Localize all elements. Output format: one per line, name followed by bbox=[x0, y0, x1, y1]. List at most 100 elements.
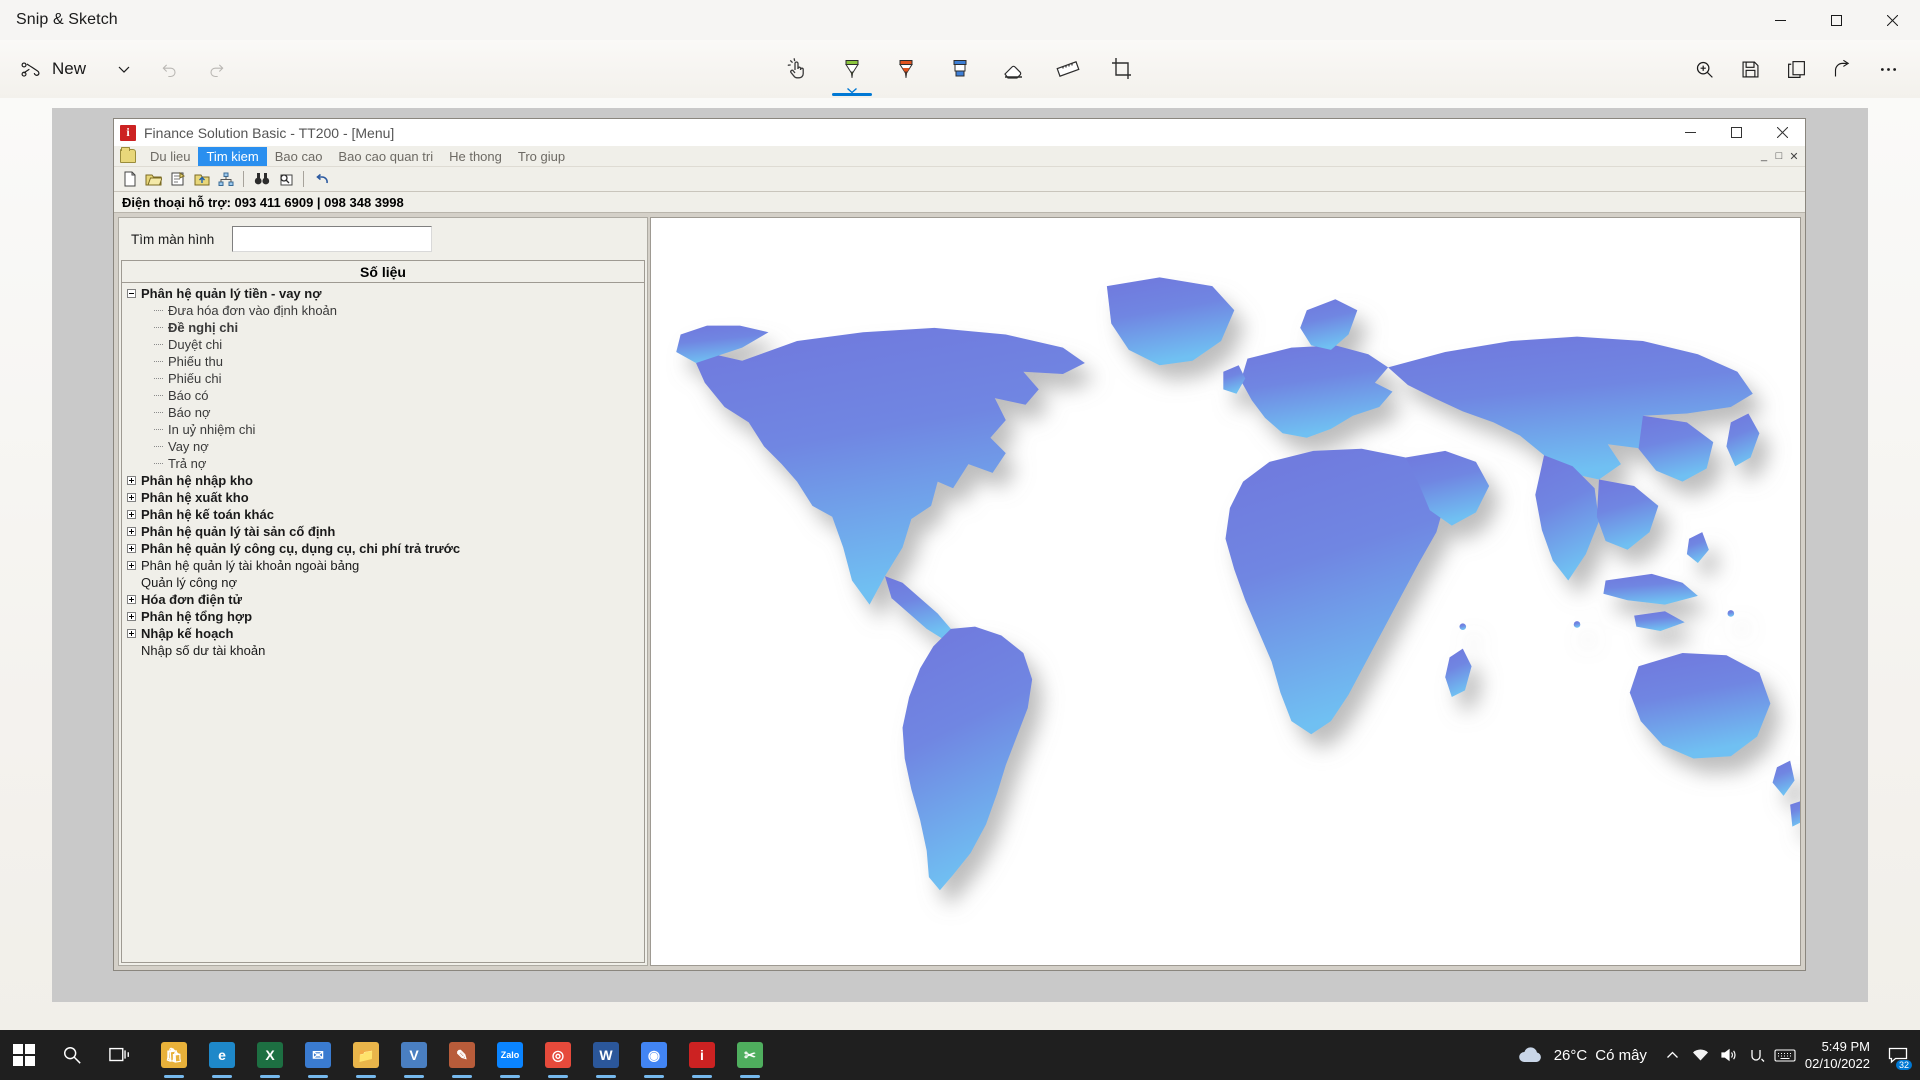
menu-item-bao-cao-quan-tri[interactable]: Bao cao quan tri bbox=[330, 147, 441, 166]
taskbar-app-finance-solution-basic[interactable]: i bbox=[678, 1030, 726, 1080]
save-button[interactable] bbox=[1728, 47, 1772, 91]
tree-node[interactable]: Trả nợ bbox=[122, 455, 644, 472]
mdi-restore-button[interactable]: □ bbox=[1772, 150, 1786, 163]
tree-node[interactable]: Phiếu chi bbox=[122, 370, 644, 387]
taskbar-app-unikey[interactable]: V bbox=[390, 1030, 438, 1080]
tree-leaf-connector bbox=[154, 412, 163, 413]
expander-plus-icon[interactable] bbox=[127, 476, 136, 485]
expander-plus-icon[interactable] bbox=[127, 527, 136, 536]
new-snip-button[interactable]: New bbox=[10, 47, 100, 91]
properties-icon[interactable] bbox=[167, 169, 188, 189]
eraser-tool[interactable] bbox=[988, 42, 1040, 96]
tree-node[interactable]: Báo nợ bbox=[122, 404, 644, 421]
find-replace-icon[interactable] bbox=[275, 169, 296, 189]
taskbar-app-chrome-canary[interactable]: ◎ bbox=[534, 1030, 582, 1080]
taskbar-app-zalo[interactable]: Zalo bbox=[486, 1030, 534, 1080]
tree-node[interactable]: Đề nghị chi bbox=[122, 319, 644, 336]
tree-node[interactable]: Nhập kế hoạch bbox=[122, 625, 644, 642]
menu-item-du-lieu[interactable]: Du lieu bbox=[142, 147, 198, 166]
new-document-icon[interactable] bbox=[119, 169, 140, 189]
taskbar-app-microsoft-word[interactable]: W bbox=[582, 1030, 630, 1080]
menu-item-he-thong[interactable]: He thong bbox=[441, 147, 510, 166]
search-input[interactable] bbox=[232, 226, 433, 252]
tree-node[interactable]: Quản lý công nợ bbox=[122, 574, 644, 591]
tree-node[interactable]: Duyệt chi bbox=[122, 336, 644, 353]
expander-plus-icon[interactable] bbox=[127, 595, 136, 604]
unikey-tray-icon[interactable] bbox=[1743, 1030, 1771, 1080]
keyboard-layout-icon[interactable] bbox=[1771, 1030, 1799, 1080]
image-crop-tool[interactable] bbox=[1096, 42, 1148, 96]
taskbar-app-file-explorer[interactable]: 📁 bbox=[342, 1030, 390, 1080]
show-hidden-icons-button[interactable] bbox=[1659, 1030, 1687, 1080]
expander-plus-icon[interactable] bbox=[127, 612, 136, 621]
expander-plus-icon[interactable] bbox=[127, 561, 136, 570]
tree-node[interactable]: Đưa hóa đơn vào định khoản bbox=[122, 302, 644, 319]
tree-node[interactable]: Phân hệ kế toán khác bbox=[122, 506, 644, 523]
taskbar-app-microsoft-edge[interactable]: e bbox=[198, 1030, 246, 1080]
start-button[interactable] bbox=[0, 1030, 48, 1080]
copy-button[interactable] bbox=[1774, 47, 1818, 91]
mdi-close-button[interactable]: ✕ bbox=[1787, 150, 1801, 163]
expander-plus-icon[interactable] bbox=[127, 629, 136, 638]
task-view-button[interactable] bbox=[96, 1030, 144, 1080]
pencil-tool[interactable] bbox=[880, 42, 932, 96]
menu-item-tro-giup[interactable]: Tro giup bbox=[510, 147, 573, 166]
share-button[interactable] bbox=[1820, 47, 1864, 91]
expander-plus-icon[interactable] bbox=[127, 493, 136, 502]
tree-node[interactable]: Phân hệ quản lý tài sản cố định bbox=[122, 523, 644, 540]
expander-plus-icon[interactable] bbox=[127, 544, 136, 553]
new-snip-dropdown-button[interactable] bbox=[102, 47, 146, 91]
volume-icon[interactable] bbox=[1715, 1030, 1743, 1080]
tree-node[interactable]: In uỷ nhiệm chi bbox=[122, 421, 644, 438]
see-more-button[interactable] bbox=[1866, 47, 1910, 91]
tree-node[interactable]: Vay nợ bbox=[122, 438, 644, 455]
taskbar-app-microsoft-excel[interactable]: X bbox=[246, 1030, 294, 1080]
weather-widget[interactable]: 26°C Có mây bbox=[1504, 1030, 1659, 1080]
zoom-button[interactable] bbox=[1682, 47, 1726, 91]
search-button[interactable] bbox=[48, 1030, 96, 1080]
redo-button[interactable] bbox=[194, 47, 238, 91]
tree-node[interactable]: Phân hệ quản lý tài khoản ngoài bảng bbox=[122, 557, 644, 574]
taskbar-app-microsoft-store[interactable]: 🛍 bbox=[150, 1030, 198, 1080]
find-binoculars-icon[interactable] bbox=[251, 169, 272, 189]
expander-plus-icon[interactable] bbox=[127, 510, 136, 519]
maximize-button[interactable] bbox=[1808, 0, 1864, 40]
undo-button[interactable] bbox=[148, 47, 192, 91]
minimize-button[interactable] bbox=[1752, 0, 1808, 40]
taskbar-app-visual-tool[interactable]: ✎ bbox=[438, 1030, 486, 1080]
menu-item-bao-cao[interactable]: Bao cao bbox=[267, 147, 331, 166]
highlighter-tool[interactable] bbox=[934, 42, 986, 96]
taskbar-clock[interactable]: 5:49 PM 02/10/2022 bbox=[1799, 1030, 1880, 1080]
finance-solution-app-window: i Finance Solution Basic - TT200 - [Menu… bbox=[113, 118, 1806, 971]
tree-node[interactable]: Báo có bbox=[122, 387, 644, 404]
touch-writing-tool[interactable] bbox=[772, 42, 824, 96]
app-close-button[interactable] bbox=[1759, 119, 1805, 146]
network-icon[interactable] bbox=[1687, 1030, 1715, 1080]
taskbar-app-teams-or-outlook[interactable]: ✉ bbox=[294, 1030, 342, 1080]
tree-node[interactable]: Phân hệ tổng hợp bbox=[122, 608, 644, 625]
open-folder-icon[interactable] bbox=[143, 169, 164, 189]
mdi-minimize-button[interactable]: _ bbox=[1757, 150, 1771, 163]
org-chart-icon[interactable] bbox=[215, 169, 236, 189]
menu-item-tim-kiem[interactable]: Tim kiem bbox=[198, 146, 267, 166]
tree-node[interactable]: Phân hệ quản lý tiền - vay nợ bbox=[122, 285, 644, 302]
app-minimize-button[interactable] bbox=[1667, 119, 1713, 146]
tree-node-label: Phân hệ nhập kho bbox=[141, 473, 253, 488]
tree-node[interactable]: Phân hệ xuất kho bbox=[122, 489, 644, 506]
tree-node[interactable]: Phiếu thu bbox=[122, 353, 644, 370]
taskbar-app-snip-and-sketch[interactable]: ✂ bbox=[726, 1030, 774, 1080]
notification-center-button[interactable]: 32 bbox=[1880, 1030, 1916, 1080]
menu-tree[interactable]: Phân hệ quản lý tiền - vay nợ Đưa hóa đơn… bbox=[121, 282, 645, 963]
app-restore-button[interactable] bbox=[1713, 119, 1759, 146]
undo-arrow-icon[interactable] bbox=[311, 169, 332, 189]
ruler-tool[interactable] bbox=[1042, 42, 1094, 96]
tree-node[interactable]: Phân hệ nhập kho bbox=[122, 472, 644, 489]
move-up-folder-icon[interactable] bbox=[191, 169, 212, 189]
tree-node[interactable]: Phân hệ quản lý công cụ, dụng cụ, chi ph… bbox=[122, 540, 644, 557]
ballpoint-pen-tool[interactable] bbox=[826, 42, 878, 96]
tree-node[interactable]: Nhập số dư tài khoản bbox=[122, 642, 644, 659]
tree-node[interactable]: Hóa đơn điện tử bbox=[122, 591, 644, 608]
taskbar-app-google-chrome[interactable]: ◉ bbox=[630, 1030, 678, 1080]
expander-minus-icon[interactable] bbox=[127, 289, 136, 298]
close-button[interactable] bbox=[1864, 0, 1920, 40]
